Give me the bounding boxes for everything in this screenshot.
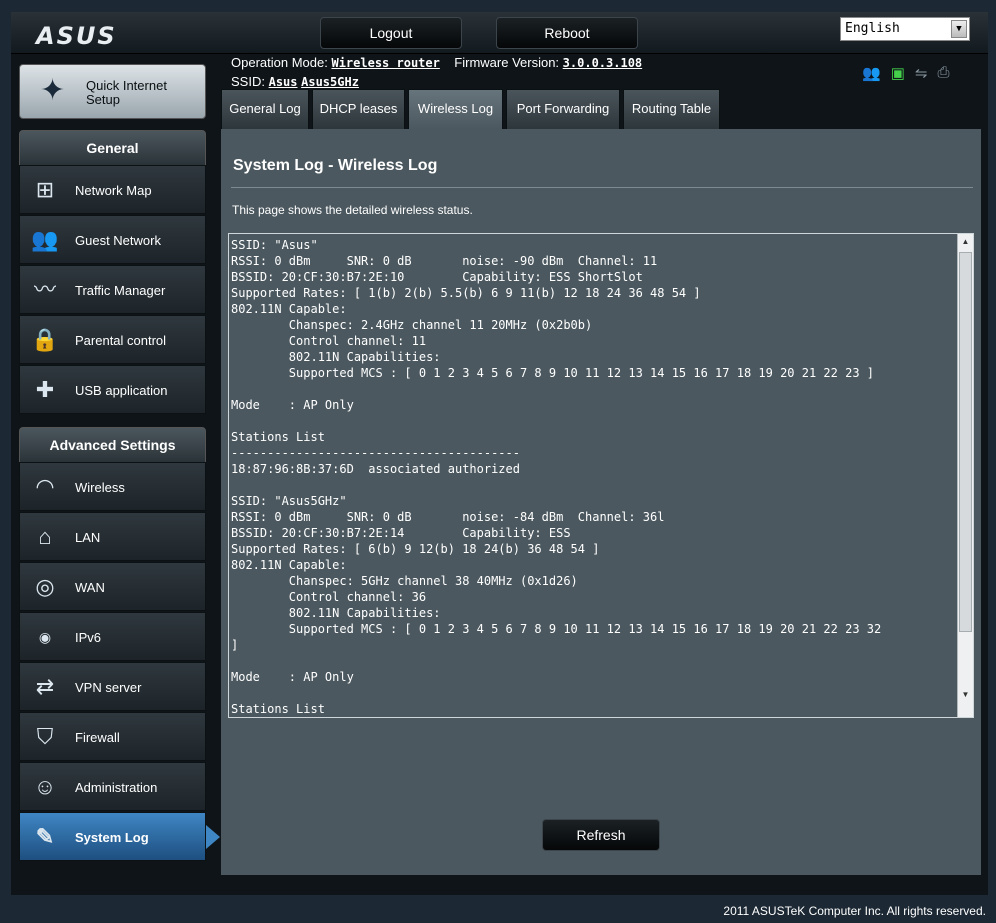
guest-network-icon: 👥 xyxy=(31,227,59,252)
ssid-link-1[interactable]: Asus xyxy=(269,75,298,89)
sidebar-item-label: LAN xyxy=(75,530,101,545)
logout-button[interactable]: Logout xyxy=(320,17,462,49)
clients-icon[interactable]: 👥 xyxy=(862,64,881,82)
sidebar-item-label: System Log xyxy=(75,830,149,845)
sidebar-item-label: Parental control xyxy=(75,333,167,348)
scroll-down-icon[interactable]: ▼ xyxy=(958,687,973,703)
op-mode-label: Operation Mode: xyxy=(231,55,328,70)
tab-port-forwarding[interactable]: Port Forwarding xyxy=(506,89,620,129)
sidebar-item-guest-network[interactable]: 👥 Guest Network xyxy=(19,215,206,264)
sidebar-item-usb-application[interactable]: ✚ USB application xyxy=(19,365,206,414)
sidebar-item-vpn-server[interactable]: ⇄ VPN server xyxy=(19,662,206,711)
page-title: System Log - Wireless Log xyxy=(233,157,438,174)
main-content: System Log - Wireless Log This page show… xyxy=(221,129,981,875)
title-divider xyxy=(231,187,973,188)
usb-icon[interactable]: ⇋ xyxy=(915,64,928,82)
page-description: This page shows the detailed wireless st… xyxy=(232,203,473,217)
sidebar-item-parental-control[interactable]: 🔒 Parental control xyxy=(19,315,206,364)
sidebar-item-label: VPN server xyxy=(75,680,142,695)
magic-wand-icon: ✦ xyxy=(40,74,66,107)
ipv6-icon: ◉ xyxy=(38,629,52,645)
network-map-icon: ⊞ xyxy=(35,177,55,202)
tab-wireless-log[interactable]: Wireless Log xyxy=(408,89,503,129)
sidebar-item-label: Traffic Manager xyxy=(75,283,166,298)
firmware-label: Firmware Version: xyxy=(454,55,560,70)
sidebar-item-label: Firewall xyxy=(75,730,120,745)
sidebar-item-traffic-manager[interactable]: 〰 Traffic Manager xyxy=(19,265,206,314)
ssid-link-2[interactable]: Asus5GHz xyxy=(301,75,359,89)
tab-general-log[interactable]: General Log xyxy=(221,89,309,129)
wifi-icon: ◠ xyxy=(35,474,55,499)
sidebar-item-label: WAN xyxy=(75,580,105,595)
footer-copyright: 2011 ASUSTeK Computer Inc. All rights re… xyxy=(723,904,986,918)
user-icon: ☺ xyxy=(33,774,57,799)
sidebar-item-label: Administration xyxy=(75,780,158,795)
home-icon: ⌂ xyxy=(38,524,52,549)
sidebar-item-label: IPv6 xyxy=(75,630,102,645)
sidebar-item-lan[interactable]: ⌂ LAN xyxy=(19,512,206,561)
sidebar-item-label: Guest Network xyxy=(75,233,161,248)
general-section-header: General xyxy=(19,130,206,166)
asus-logo: ASUS xyxy=(36,22,117,50)
puzzle-icon: ✚ xyxy=(35,377,55,402)
sidebar-item-ipv6[interactable]: ◉ IPv6 xyxy=(19,612,206,661)
ssid-label: SSID: xyxy=(231,74,265,89)
scroll-up-icon[interactable]: ▲ xyxy=(958,234,973,250)
router-info: Operation Mode: Wireless router Firmware… xyxy=(231,55,642,93)
sidebar-item-label: USB application xyxy=(75,383,168,398)
status-icons: 👥 ▣ ⇋ ⎙ xyxy=(862,64,949,82)
globe-icon: ◎ xyxy=(35,574,55,599)
firmware-link[interactable]: 3.0.0.3.108 xyxy=(563,56,642,70)
wireless-log-textarea[interactable]: SSID: "Asus" RSSI: 0 dBm SNR: 0 dB noise… xyxy=(228,233,974,718)
op-mode-link[interactable]: Wireless router xyxy=(331,56,439,70)
printer-icon[interactable]: ⎙ xyxy=(937,64,949,82)
qis-label: Quick Internet Setup xyxy=(86,78,167,107)
advanced-section-header: Advanced Settings xyxy=(19,427,206,463)
log-scrollbar[interactable]: ▲ ▼ xyxy=(957,234,973,717)
lock-icon: 🔒 xyxy=(31,327,59,352)
sidebar-item-label: Network Map xyxy=(75,183,152,198)
tab-dhcp-leases[interactable]: DHCP leases xyxy=(312,89,405,129)
sidebar-item-firewall[interactable]: ⛉ Firewall xyxy=(19,712,206,761)
sidebar-item-label: Wireless xyxy=(75,480,125,495)
sidebar-item-system-log[interactable]: ✎ System Log xyxy=(19,812,220,861)
language-value: English xyxy=(845,21,900,36)
log-text: SSID: "Asus" RSSI: 0 dBm SNR: 0 dB noise… xyxy=(231,238,882,716)
traffic-manager-icon: 〰 xyxy=(33,277,56,302)
sidebar-item-wan[interactable]: ◎ WAN xyxy=(19,562,206,611)
network-icon[interactable]: ▣ xyxy=(891,64,905,82)
language-select[interactable]: English ▼ xyxy=(840,17,970,41)
refresh-button[interactable]: Refresh xyxy=(542,819,660,851)
scroll-thumb[interactable] xyxy=(959,252,972,632)
quick-internet-setup-button[interactable]: ✦ Quick Internet Setup xyxy=(19,64,206,119)
shield-icon: ⛉ xyxy=(36,724,54,749)
sidebar-item-network-map[interactable]: ⊞ Network Map xyxy=(19,165,206,214)
sidebar-item-wireless[interactable]: ◠ Wireless xyxy=(19,462,206,511)
log-icon: ✎ xyxy=(35,824,55,849)
vpn-icon: ⇄ xyxy=(35,674,55,699)
sidebar-item-administration[interactable]: ☺ Administration xyxy=(19,762,206,811)
tab-routing-table[interactable]: Routing Table xyxy=(623,89,720,129)
chevron-down-icon[interactable]: ▼ xyxy=(951,20,967,38)
reboot-button[interactable]: Reboot xyxy=(496,17,638,49)
